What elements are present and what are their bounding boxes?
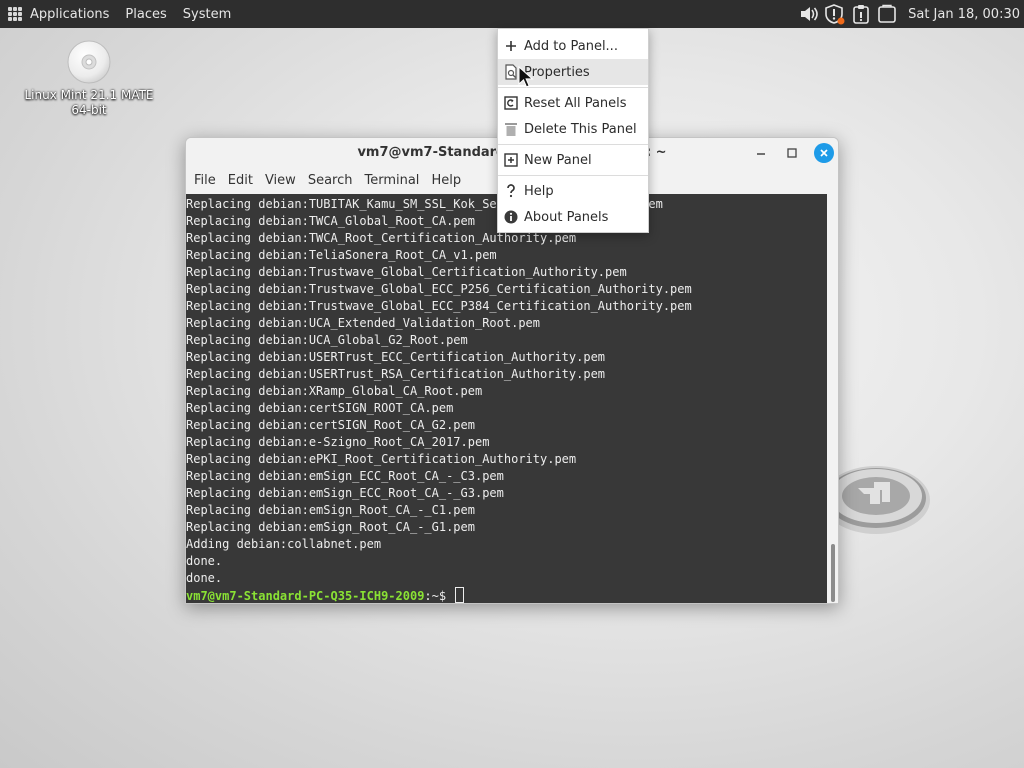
terminal-line: Replacing debian:Trustwave_Global_ECC_P2… [186,282,692,296]
menu-item-label: Help [524,183,554,199]
terminal-prompt-line: vm7@vm7-Standard-PC-Q35-ICH9-2009:~$ [186,587,827,603]
terminal-lines: Replacing debian:TUBITAK_Kamu_SM_SSL_Kok… [186,196,827,603]
minimize-button[interactable] [752,144,770,162]
mouse-pointer-icon [518,65,534,88]
menu-search[interactable]: Search [302,168,359,194]
menu-item-label: New Panel [524,152,592,168]
scrollbar-thumb[interactable] [831,544,835,602]
prompt-user: vm7@vm7-Standard-PC-Q35-ICH9-2009 [186,589,425,603]
terminal-line: Replacing debian:UCA_Extended_Validation… [186,316,541,330]
volume-icon[interactable] [798,3,820,25]
trash-icon [503,121,519,137]
terminal-line: Replacing debian:USERTrust_ECC_Certifica… [186,350,606,364]
terminal-line: Replacing debian:TeliaSonera_Root_CA_v1.… [186,248,497,262]
applications-menu[interactable]: Applications [0,0,117,28]
plus-icon [503,38,519,54]
disc-icon [67,40,111,84]
menu-help[interactable]: Help [425,168,467,194]
terminal-line: Replacing debian:certSIGN_Root_CA_G2.pem [186,418,475,432]
terminal-line: Replacing debian:emSign_ECC_Root_CA_-_G3… [186,486,504,500]
panel-menu-bar: Applications Places System [0,0,239,28]
menu-item-new-panel[interactable]: New Panel [498,147,648,173]
menu-item-label: Delete This Panel [524,121,637,137]
menu-item-add-to-panel[interactable]: Add to Panel... [498,33,648,59]
prompt-suffix: :~$ [424,589,454,603]
menu-terminal[interactable]: Terminal [358,168,425,194]
menu-item-reset-all-panels[interactable]: Reset All Panels [498,90,648,116]
system-tray: Sat Jan 18, 00:30 [796,0,1024,28]
new-panel-icon [503,152,519,168]
help-icon [503,183,519,199]
system-menu[interactable]: System [175,0,239,28]
shield-update-icon[interactable] [824,3,846,25]
terminal-line: Replacing debian:emSign_ECC_Root_CA_-_C3… [186,469,504,483]
panel-context-menu: Add to Panel... Properties Reset All Pan… [497,28,649,233]
terminal-cursor [455,587,465,603]
properties-icon [503,64,519,80]
places-menu[interactable]: Places [117,0,174,28]
terminal-line: Replacing debian:ePKI_Root_Certification… [186,452,577,466]
menu-item-about-panels[interactable]: About Panels [498,204,648,230]
terminal-line: done. [186,554,223,568]
menu-file[interactable]: File [188,168,222,194]
menu-separator [498,144,648,145]
disc-label-line2: 64-bit [71,103,107,117]
terminal-line: done. [186,571,223,585]
mint-logo-icon [822,456,936,540]
clipboard-alert-icon[interactable] [850,3,872,25]
desktop-disc-icon[interactable]: Linux Mint 21.1 MATE 64-bit [14,38,164,118]
terminal-line: Replacing debian:XRamp_Global_CA_Root.pe… [186,384,483,398]
info-icon [503,209,519,225]
clock[interactable]: Sat Jan 18, 00:30 [900,7,1024,22]
top-panel: Applications Places System Sat Jan 18, 0… [0,0,1024,28]
terminal-output[interactable]: Replacing debian:TUBITAK_Kamu_SM_SSL_Kok… [186,194,827,603]
close-button[interactable] [814,143,834,163]
menu-item-help[interactable]: Help [498,178,648,204]
menu-item-delete-this-panel[interactable]: Delete This Panel [498,116,648,142]
reset-icon [503,95,519,111]
menu-view[interactable]: View [259,168,302,194]
terminal-line: Replacing debian:emSign_Root_CA_-_C1.pem [186,503,475,517]
disc-label-line1: Linux Mint 21.1 MATE [24,88,154,102]
maximize-button[interactable] [783,144,801,162]
menu-item-label: Reset All Panels [524,95,627,111]
applications-label: Applications [30,6,110,22]
window-list-icon[interactable] [876,3,898,25]
terminal-line: Replacing debian:USERTrust_RSA_Certifica… [186,367,606,381]
places-label: Places [125,6,167,22]
terminal-scrollbar[interactable] [827,194,838,603]
terminal-line: Replacing debian:certSIGN_ROOT_CA.pem [186,401,454,415]
menu-item-label: Add to Panel... [524,38,618,54]
terminal-line: Replacing debian:UCA_Global_G2_Root.pem [186,333,468,347]
system-label: System [182,6,232,22]
menu-item-label: About Panels [524,209,609,225]
apps-grid-icon [8,7,22,21]
terminal-line: Replacing debian:emSign_Root_CA_-_G1.pem [186,520,475,534]
menu-separator [498,175,648,176]
terminal-line: Replacing debian:Trustwave_Global_Certif… [186,265,627,279]
terminal-line: Replacing debian:Trustwave_Global_ECC_P3… [186,299,692,313]
terminal-line: Replacing debian:e-Szigno_Root_CA_2017.p… [186,435,490,449]
menu-edit[interactable]: Edit [222,168,259,194]
terminal-line: Adding debian:collabnet.pem [186,537,382,551]
